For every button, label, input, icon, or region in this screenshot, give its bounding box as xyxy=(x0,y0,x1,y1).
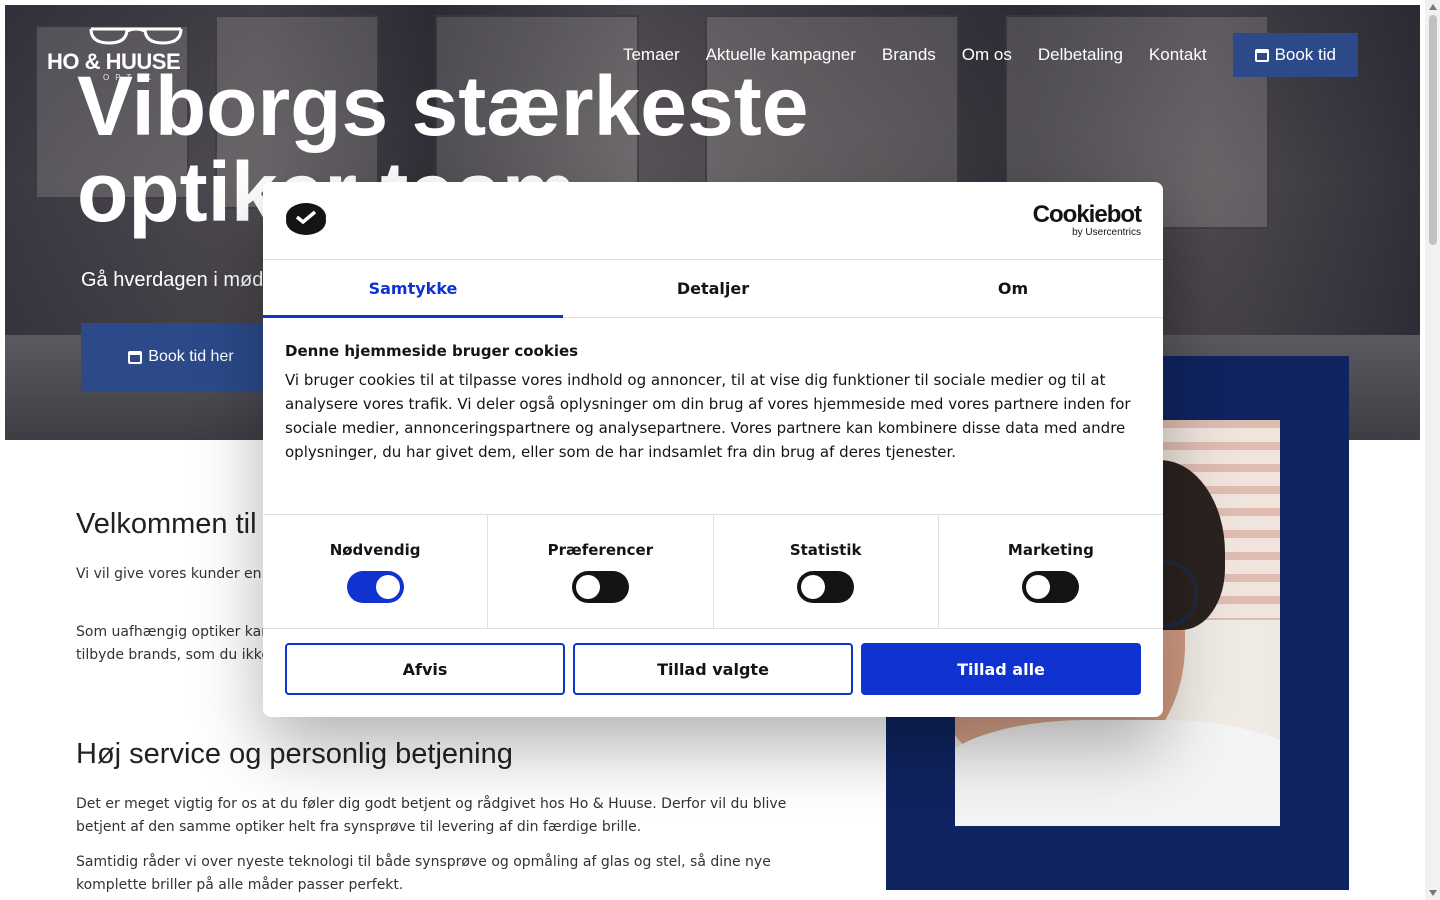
consent-toggles: Nødvendig Præferencer Statistik Marketin… xyxy=(263,514,1163,629)
calendar-icon xyxy=(1254,48,1269,62)
allow-selected-button[interactable]: Tillad valgte xyxy=(573,643,853,695)
book-button-label: Book tid xyxy=(1274,45,1336,64)
statistics-toggle[interactable] xyxy=(797,571,855,603)
nav-item-delbetaling[interactable]: Delbetaling xyxy=(1038,45,1123,65)
cookiebot-logo-icon xyxy=(286,203,326,235)
toggle-knob xyxy=(1026,575,1051,599)
tab-detaljer[interactable]: Detaljer xyxy=(563,260,863,317)
cookie-description: Denne hjemmeside bruger cookies Vi bruge… xyxy=(263,318,1163,515)
marketing-toggle[interactable] xyxy=(1022,571,1080,603)
cookie-tabs: Samtykke Detaljer Om xyxy=(263,260,1163,318)
hero-book-button[interactable]: Book tid her xyxy=(81,323,281,391)
toggle-group-statistics: Statistik xyxy=(714,515,939,628)
cookiebot-brand-sub: by Usercentrics xyxy=(1072,227,1141,238)
toggle-label-necessary: Nødvendig xyxy=(329,541,421,559)
toggle-knob xyxy=(375,575,400,599)
cookie-heading: Denne hjemmeside bruger cookies xyxy=(285,342,579,360)
toggle-knob xyxy=(801,575,826,599)
nav-item-brands[interactable]: Brands xyxy=(882,45,936,65)
toggle-group-preferences: Præferencer xyxy=(488,515,714,628)
technology-paragraph: Samtidig råder vi over nyeste teknologi … xyxy=(76,854,771,893)
toggle-group-marketing: Marketing xyxy=(939,515,1163,628)
tab-samtykke[interactable]: Samtykke xyxy=(263,260,563,318)
book-button[interactable]: Book tid xyxy=(1232,33,1358,77)
toggle-label-statistics: Statistik xyxy=(789,541,862,559)
dialog-header: Cookiebot by Usercentrics xyxy=(263,182,1163,260)
page-scrollbar[interactable] xyxy=(1425,0,1440,900)
service-heading: Høj service og personlig betjening xyxy=(76,738,513,770)
scroll-up-arrow-icon[interactable] xyxy=(1429,4,1437,10)
cookiebot-brand: Cookiebot by Usercentrics xyxy=(1032,201,1142,238)
calendar-icon xyxy=(128,350,143,364)
hero-book-button-label: Book tid her xyxy=(148,348,234,365)
consent-actions: Afvis Tillad valgte Tillad alle xyxy=(285,643,1141,695)
preferences-toggle[interactable] xyxy=(571,571,629,603)
toggle-knob xyxy=(575,575,600,599)
allow-all-button[interactable]: Tillad alle xyxy=(861,643,1141,695)
toggle-group-necessary: Nødvendig xyxy=(263,515,489,628)
cookie-consent-dialog: Cookiebot by Usercentrics Samtykke Detal… xyxy=(263,182,1163,717)
scroll-down-arrow-icon[interactable] xyxy=(1429,890,1437,896)
toggle-label-marketing: Marketing xyxy=(1007,541,1094,559)
glasses-icon xyxy=(89,27,183,45)
scroll-thumb[interactable] xyxy=(1429,15,1437,245)
cookie-body-text: Vi bruger cookies til at tilpasse vores … xyxy=(285,371,1131,461)
photo-shirt xyxy=(955,720,1280,826)
nav-item-om-os[interactable]: Om os xyxy=(962,45,1012,65)
deny-button[interactable]: Afvis xyxy=(285,643,565,695)
service-paragraph: Det er meget vigtig for os at du føler d… xyxy=(76,796,787,835)
nav-item-kontakt[interactable]: Kontakt xyxy=(1149,45,1207,65)
cookiebot-brand-name: Cookiebot xyxy=(1032,201,1142,228)
hero-subtitle: Gå hverdagen i møde xyxy=(81,269,275,291)
toggle-label-preferences: Præferencer xyxy=(547,541,654,559)
tab-om[interactable]: Om xyxy=(863,260,1163,317)
necessary-toggle[interactable] xyxy=(346,571,404,603)
